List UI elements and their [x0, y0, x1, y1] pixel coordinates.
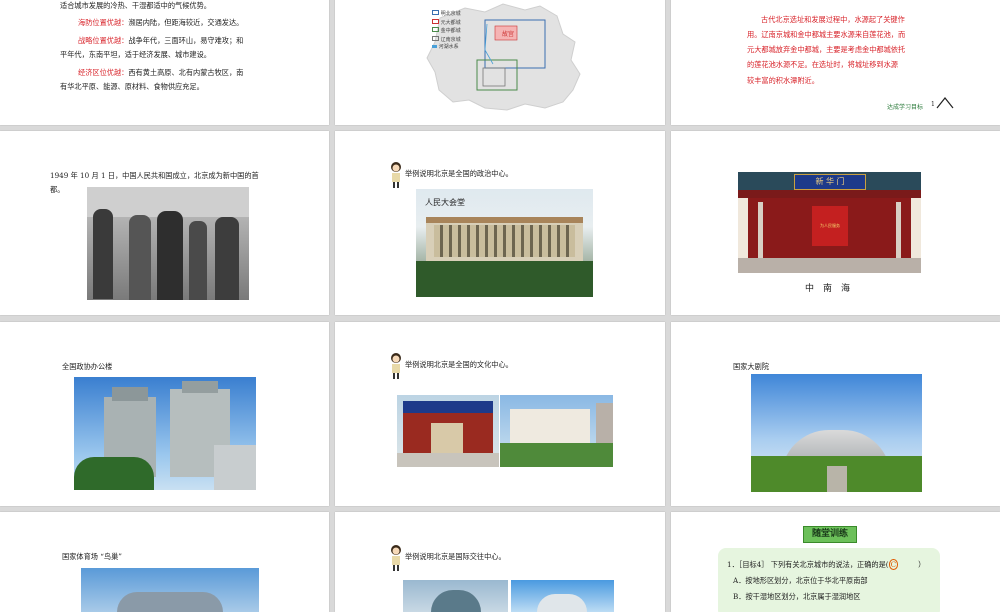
birds-nest-photo	[81, 568, 259, 612]
politics-prompt: 举例说明北京是全国的政治中心。	[405, 169, 513, 178]
para-coastal: 海防位置优越：濒居内陆，但距海较近，交通发达。	[78, 16, 243, 30]
legend-item: 元大都城	[432, 18, 461, 28]
para-text: 西有黄土高原、北有内蒙古牧区，南	[128, 68, 244, 77]
question-stem: 1．［目标4］ 下列有关北京城市的说法，正确的是(	[727, 560, 889, 569]
slide-thumbnail-1[interactable]: 适合城市发展的冷热、干湿都适中的气候优势。 海防位置优越：濒居内陆，但距海较近，…	[0, 0, 329, 125]
gate-banner: 为人民服务	[812, 206, 848, 246]
international-venue-photo-1	[403, 580, 508, 612]
question-close: ）	[918, 560, 926, 569]
international-venue-photo-2	[511, 580, 614, 612]
para-strategic-2: 平年代，东南平坦，适于经济发展、城市建设。	[60, 50, 211, 59]
cppcc-building-photo	[74, 377, 256, 490]
question-text: 1．［目标4］ 下列有关北京城市的说法，正确的是(C ）	[727, 558, 925, 572]
slide-thumbnail-6[interactable]: 新 华 门 为人民服务 中 南 海	[671, 131, 1000, 315]
para-key: 战略位置优越：	[78, 36, 129, 45]
legend-item: 辽南京城	[432, 35, 461, 45]
para-economic: 经济区位优越：西有黄土高原、北有内蒙古牧区，南	[78, 66, 243, 80]
slide-footer: 达成学习目标	[887, 104, 924, 111]
student-figure-icon	[391, 162, 401, 188]
beijing-city-map	[426, 3, 581, 111]
founding-text-1: 1949 年 10 月 1 日，中国人民共和国成立，北京成为新中国的首	[50, 171, 259, 180]
peking-university-gate-photo	[397, 395, 499, 467]
slide-thumbnail-7[interactable]: 全国政协办公楼	[0, 322, 329, 506]
student-figure-icon	[391, 545, 401, 571]
slide-thumbnail-10[interactable]: 国家体育场 “鸟巢”	[0, 512, 329, 612]
text-line: 元大都城放弃金中都城，主要是考虑金中都城依托	[747, 45, 906, 55]
slide-caption: 国家大剧院	[733, 362, 769, 371]
culture-prompt: 举例说明北京是全国的文化中心。	[405, 360, 513, 369]
slide-thumbnail-3[interactable]: 古代北京选址和发展过程中，水源起了关键作 用。辽南京城和金中都城主要水源来自莲花…	[671, 0, 1000, 125]
founding-text-2: 都。	[50, 185, 65, 194]
option-a[interactable]: A．按地形区划分，北京位于华北平原南部	[733, 574, 868, 588]
slide-thumbnail-9[interactable]: 国家大剧院	[671, 322, 1000, 506]
founding-ceremony-photo	[87, 187, 249, 300]
tsinghua-gate-photo	[500, 395, 613, 467]
text-line: 古代北京选址和发展过程中，水源起了关键作	[761, 15, 905, 24]
xinhuamen-photo: 新 华 门 为人民服务	[738, 172, 921, 273]
slide-caption: 全国政协办公楼	[62, 362, 113, 371]
legend-item: 明北京城	[432, 10, 461, 19]
gate-sign: 新 华 门	[794, 174, 866, 190]
student-figure-icon	[391, 353, 401, 379]
para-text: 濒居内陆，但距海较近，交通发达。	[128, 18, 244, 27]
para-strategic: 战略位置优越：战争年代，三面环山，易守难攻；和	[78, 34, 243, 48]
slide-thumbnail-4[interactable]: 1949 年 10 月 1 日，中国人民共和国成立，北京成为新中国的首 都。	[0, 131, 329, 315]
legend-item: 金中都城	[432, 27, 461, 36]
slide-caption: 中 南 海	[805, 284, 851, 294]
slide-thumbnail-12[interactable]: 随堂训练 1．［目标4］ 下列有关北京城市的说法，正确的是(C ） A．按地形区划…	[671, 512, 1000, 612]
para-key: 经济区位优越：	[78, 68, 129, 77]
climate-text: 适合城市发展的冷热、干湿都适中的气候优势。	[60, 1, 211, 10]
pencil-icon	[936, 97, 954, 109]
legend-item: 河湖水系	[432, 44, 461, 52]
national-theatre-photo	[751, 374, 922, 492]
text-line: 用。辽南京城和金中都城主要水源来自莲花池，而	[747, 30, 906, 40]
water-source-text: 古代北京选址和发展过程中，水源起了关键作 用。辽南京城和金中都城主要水源来自莲花…	[747, 12, 997, 88]
text-line: 的莲花池水源不足。在选址时，将城址移到水源	[747, 60, 898, 70]
para-key: 海防位置优越：	[78, 18, 129, 27]
slide-thumbnail-8[interactable]: 举例说明北京是全国的文化中心。	[335, 322, 665, 506]
slide-thumbnail-2[interactable]: 故宫 明北京城 元大都城 金中都城 辽南京城 河湖水系	[335, 0, 665, 125]
answer-mark: C	[888, 559, 899, 570]
map-legend: 明北京城 元大都城 金中都城 辽南京城 河湖水系	[432, 10, 461, 52]
para-text: 战争年代，三面环山，易守难攻；和	[128, 36, 244, 45]
para-economic-2: 有华北平原、能源、原材料、食物供应充足。	[60, 82, 204, 91]
international-prompt: 举例说明北京是国际交往中心。	[405, 552, 506, 561]
palace-label: 故宫	[502, 31, 515, 38]
slide-thumbnail-5[interactable]: 举例说明北京是全国的政治中心。 人民大会堂	[335, 131, 665, 315]
practice-title: 随堂训练	[803, 526, 857, 543]
text-line: 较丰富的积水潭附近。	[747, 75, 819, 85]
slide-caption: 国家体育场 “鸟巢”	[62, 552, 122, 561]
slide-thumbnail-11[interactable]: 举例说明北京是国际交往中心。	[335, 512, 665, 612]
option-b[interactable]: B．按干湿地区划分，北京属于湿润地区	[733, 590, 860, 604]
photo-label: 人民大会堂	[425, 198, 465, 207]
